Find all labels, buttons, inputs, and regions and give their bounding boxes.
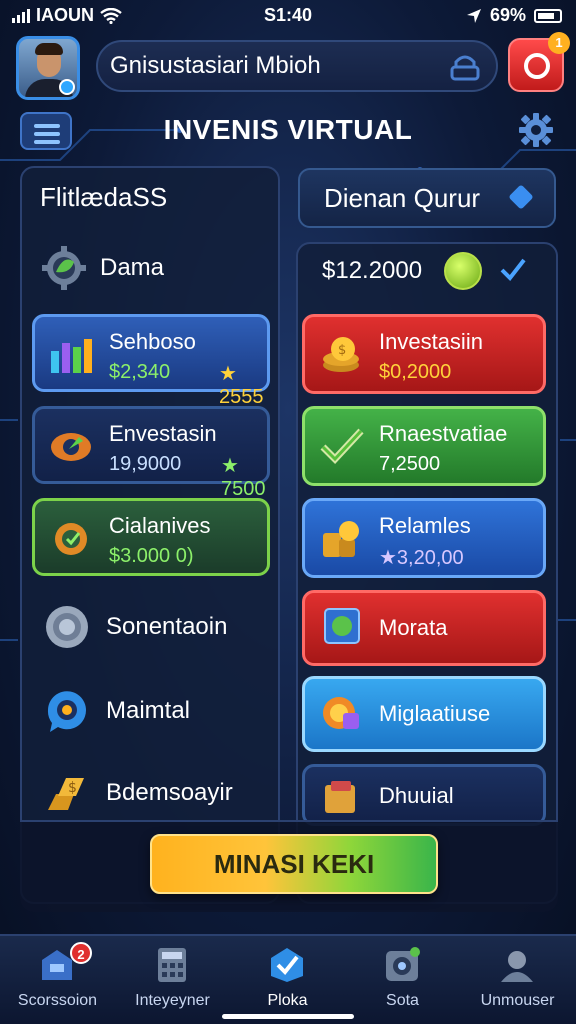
approval-check-icon <box>320 428 364 465</box>
right-card-dhuuial[interactable]: Dhuuial <box>302 764 546 826</box>
status-bar: IAOUN S1:40 69% <box>0 0 576 30</box>
avatar-hair <box>35 43 63 55</box>
card-value: ★3,20,00 <box>379 547 464 569</box>
card-score: ★ 2555 <box>219 363 264 408</box>
tab-scorssoion[interactable]: 2 Scorssoion <box>0 936 115 1024</box>
battery-icon <box>534 8 562 23</box>
right-top-label: Dienan Qurur <box>324 183 481 213</box>
coin-stack-icon <box>323 521 359 557</box>
left-card-envestasin[interactable]: Envestasin 19,9000 ★ 7500 <box>32 406 270 500</box>
silver-coin-icon <box>46 606 88 648</box>
svg-text:$: $ <box>68 780 77 796</box>
framed-badge-icon <box>324 608 360 644</box>
player-avatar[interactable] <box>16 36 80 100</box>
tab-badge: 2 <box>70 942 92 964</box>
location-arrow-icon <box>466 8 481 23</box>
tab-label: Ploka <box>267 992 308 1009</box>
folder-stack-icon <box>325 781 355 813</box>
diamond-icon <box>508 184 534 210</box>
tab-label: Unmouser <box>480 992 555 1009</box>
eye-badge-icon <box>51 433 91 461</box>
left-item-sonentaoin[interactable]: Sonentaoin <box>44 604 227 650</box>
right-top-button[interactable]: Dienan Qurur <box>298 168 556 228</box>
card-title: Investasiin <box>379 329 483 354</box>
tab-label: Inteyeyner <box>135 992 210 1009</box>
tab-sota[interactable]: Sota <box>345 936 460 1024</box>
target-icon <box>524 53 550 79</box>
card-score: ★ 7500 <box>221 455 266 500</box>
gold-bars-icon: $ <box>48 778 84 810</box>
right-card-rnaestvatiae[interactable]: Rnaestvatiae 7,2500 <box>302 406 546 486</box>
dama-row[interactable]: Dama <box>40 244 164 292</box>
gear-puzzle-icon <box>323 697 359 729</box>
bottom-tab-bar: 2 Scorssoion Inteyeyner Ploka Sota Unmou… <box>0 934 576 1024</box>
coin-gear-icon <box>55 523 87 555</box>
left-panel-title: FlitlædaSS <box>40 182 168 212</box>
right-card-miglaatiuse[interactable]: Miglaatiuse <box>302 676 546 752</box>
lock-icon[interactable] <box>448 50 482 82</box>
profile-icon <box>501 951 533 982</box>
check-badge-icon <box>271 948 303 982</box>
left-card-cialanives[interactable]: Cialanives $3.000 0) <box>32 498 270 576</box>
balance-value: $12.2000 <box>322 257 423 284</box>
card-title: Envestasin <box>109 421 217 446</box>
chat-globe-icon <box>47 691 86 732</box>
card-title: Dhuuial <box>379 783 454 808</box>
tab-label: Scorssoion <box>17 992 98 1009</box>
left-card-sehboso[interactable]: Sehboso $2,340 ★ 2555 <box>32 314 270 408</box>
right-card-relamles[interactable]: Relamles ★3,20,00 <box>302 498 546 578</box>
item-label: Sonentaoin <box>106 613 228 640</box>
player-name: Gnisustasiari Mbioh <box>110 52 321 79</box>
card-value: 19,9000 <box>109 453 182 475</box>
svg-text:$: $ <box>338 343 346 358</box>
right-card-investasiin[interactable]: $ Investasiin $0,2000 <box>302 314 546 394</box>
alert-count-badge: 1 <box>548 32 570 54</box>
bar-chart-icon <box>51 339 92 373</box>
right-card-morata[interactable]: Morata <box>302 590 546 666</box>
tab-ploka[interactable]: Ploka <box>230 936 345 1024</box>
alert-button[interactable]: 1 <box>508 32 570 92</box>
calculator-icon <box>158 948 186 982</box>
card-value: $0,2000 <box>379 361 452 383</box>
dama-label: Dama <box>100 254 165 281</box>
home-indicator <box>222 1014 354 1019</box>
left-item-bdemsoayir[interactable]: $ Bdemsoayir <box>44 770 233 816</box>
green-coin-icon <box>444 252 482 290</box>
balance-row: $12.2000 <box>310 248 546 294</box>
vault-icon <box>386 947 420 981</box>
main-action-button[interactable]: MINASI KEKI <box>150 834 438 894</box>
checkmark-icon <box>500 258 526 282</box>
settings-gear-icon[interactable] <box>516 110 556 150</box>
gold-coins-icon: $ <box>323 337 359 372</box>
item-label: Bdemsoayir <box>106 779 233 806</box>
left-item-maimtal[interactable]: Maimtal <box>44 688 190 734</box>
card-value: $3.000 0) <box>109 545 194 567</box>
tab-inteyeyner[interactable]: Inteyeyner <box>115 936 230 1024</box>
card-title: Miglaatiuse <box>379 701 491 726</box>
player-name-bar[interactable]: Gnisustasiari Mbioh <box>96 40 498 92</box>
tab-unmouser[interactable]: Unmouser <box>460 936 575 1024</box>
card-title: Rnaestvatiae <box>379 421 508 446</box>
card-value: $2,340 <box>109 361 171 383</box>
card-value: 7,2500 <box>379 453 441 475</box>
item-label: Maimtal <box>106 697 191 724</box>
page-title: INVENIS VIRTUAL <box>163 114 413 145</box>
battery-percent: 69% <box>489 5 526 25</box>
card-title: Morata <box>379 615 448 640</box>
card-title: Relamles <box>379 513 471 538</box>
gear-leaf-icon <box>42 246 86 290</box>
card-title: Cialanives <box>109 513 211 538</box>
verified-badge-icon <box>59 79 75 95</box>
tab-label: Sota <box>386 992 419 1009</box>
card-title: Sehboso <box>109 329 196 354</box>
